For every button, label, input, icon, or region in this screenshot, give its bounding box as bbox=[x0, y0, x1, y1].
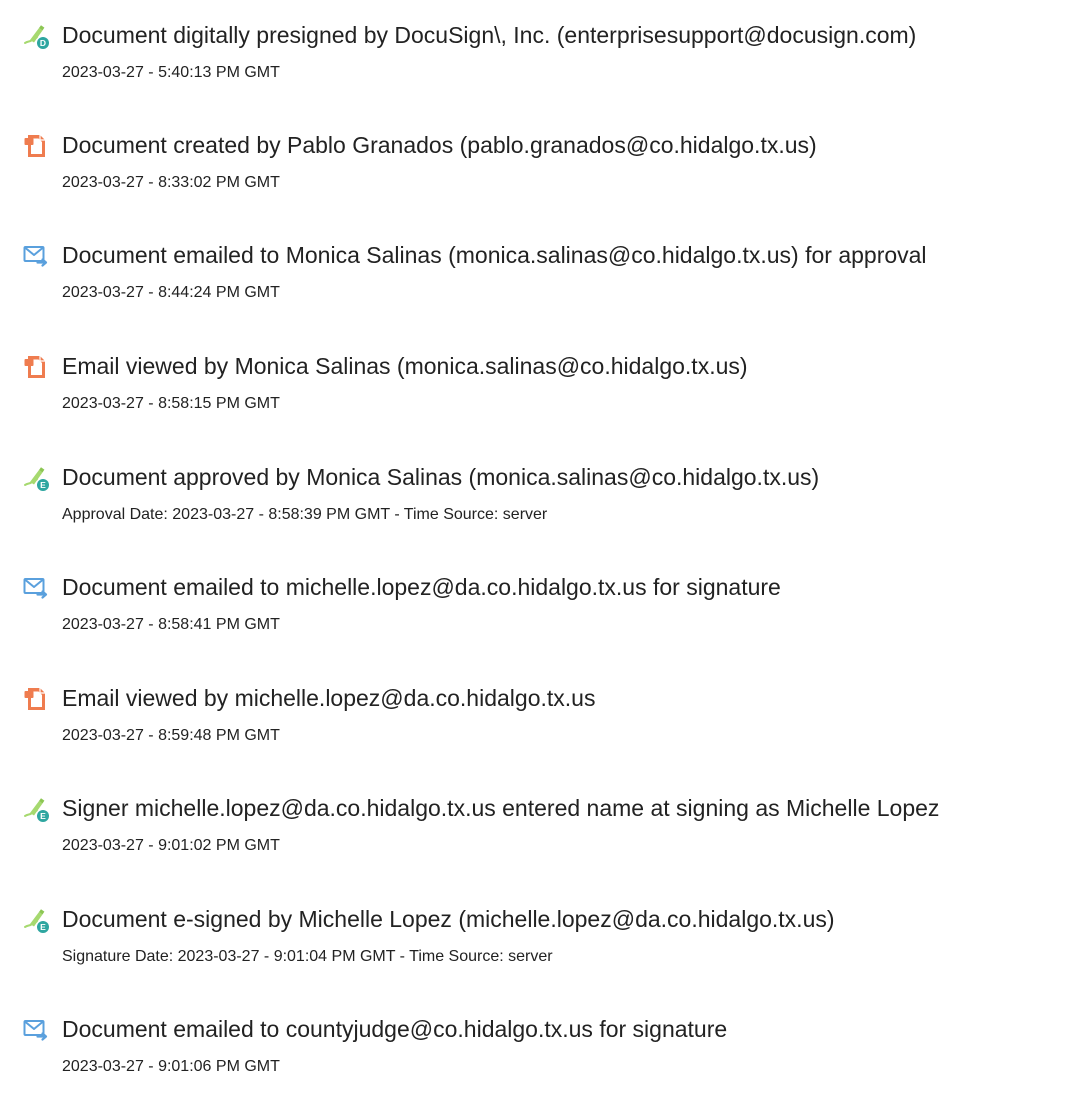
event-timestamp: 2023-03-27 - 9:01:02 PM GMT bbox=[62, 837, 280, 854]
event-timestamp: 2023-03-27 - 8:59:48 PM GMT bbox=[62, 727, 280, 744]
audit-trail-list: D Document digitally presigned by DocuSig… bbox=[0, 0, 1080, 1107]
event-timestamp: 2023-03-27 - 8:58:15 PM GMT bbox=[62, 395, 280, 412]
event-title: Document approved by Monica Salinas (mon… bbox=[62, 464, 820, 490]
event-title: Document digitally presigned by DocuSign… bbox=[62, 22, 917, 48]
event-timestamp: 2023-03-27 - 5:40:13 PM GMT bbox=[62, 64, 280, 81]
signature-pen-icon: D bbox=[22, 22, 50, 50]
event-title: Email viewed by Monica Salinas (monica.s… bbox=[62, 353, 748, 379]
audit-event-row: Email viewed by Monica Salinas (monica.s… bbox=[0, 345, 1080, 435]
document-icon bbox=[22, 132, 50, 160]
audit-event-row: Document created by Pablo Granados (pabl… bbox=[0, 124, 1080, 214]
event-title: Document e-signed by Michelle Lopez (mic… bbox=[62, 906, 835, 932]
event-timestamp: 2023-03-27 - 9:01:06 PM GMT bbox=[62, 1058, 280, 1075]
event-title: Document emailed to countyjudge@co.hidal… bbox=[62, 1016, 728, 1042]
event-title: Email viewed by michelle.lopez@da.co.hid… bbox=[62, 685, 596, 711]
email-sent-icon bbox=[22, 1016, 50, 1044]
signature-pen-icon: E bbox=[22, 906, 50, 934]
audit-event-row: Document emailed to michelle.lopez@da.co… bbox=[0, 566, 1080, 656]
document-icon bbox=[22, 685, 50, 713]
audit-event-row: E Document e-signed by Michelle Lopez (mi… bbox=[0, 898, 1080, 988]
event-timestamp: 2023-03-27 - 8:58:41 PM GMT bbox=[62, 616, 280, 633]
audit-event-row: Document emailed to Monica Salinas (moni… bbox=[0, 234, 1080, 324]
svg-text:E: E bbox=[40, 811, 46, 821]
signature-pen-icon: E bbox=[22, 795, 50, 823]
event-timestamp: 2023-03-27 - 8:44:24 PM GMT bbox=[62, 284, 280, 301]
event-timestamp: 2023-03-27 - 8:33:02 PM GMT bbox=[62, 174, 280, 191]
signature-pen-icon: E bbox=[22, 464, 50, 492]
audit-event-row: D Document digitally presigned by DocuSig… bbox=[0, 14, 1080, 104]
event-title: Document emailed to michelle.lopez@da.co… bbox=[62, 574, 781, 600]
event-title: Document emailed to Monica Salinas (moni… bbox=[62, 242, 927, 268]
audit-event-row: E Document approved by Monica Salinas (mo… bbox=[0, 456, 1080, 546]
audit-event-row: Document emailed to countyjudge@co.hidal… bbox=[0, 1008, 1080, 1098]
event-timestamp: Signature Date: 2023-03-27 - 9:01:04 PM … bbox=[62, 948, 553, 965]
audit-event-row: Email viewed by michelle.lopez@da.co.hid… bbox=[0, 677, 1080, 767]
event-title: Document created by Pablo Granados (pabl… bbox=[62, 132, 817, 158]
email-sent-icon bbox=[22, 242, 50, 270]
email-sent-icon bbox=[22, 574, 50, 602]
document-icon bbox=[22, 353, 50, 381]
svg-text:E: E bbox=[40, 922, 46, 932]
event-timestamp: Approval Date: 2023-03-27 - 8:58:39 PM G… bbox=[62, 506, 548, 523]
svg-text:E: E bbox=[40, 480, 46, 490]
event-title: Signer michelle.lopez@da.co.hidalgo.tx.u… bbox=[62, 795, 940, 821]
svg-text:D: D bbox=[40, 38, 46, 48]
audit-event-row: E Signer michelle.lopez@da.co.hidalgo.tx.… bbox=[0, 787, 1080, 877]
